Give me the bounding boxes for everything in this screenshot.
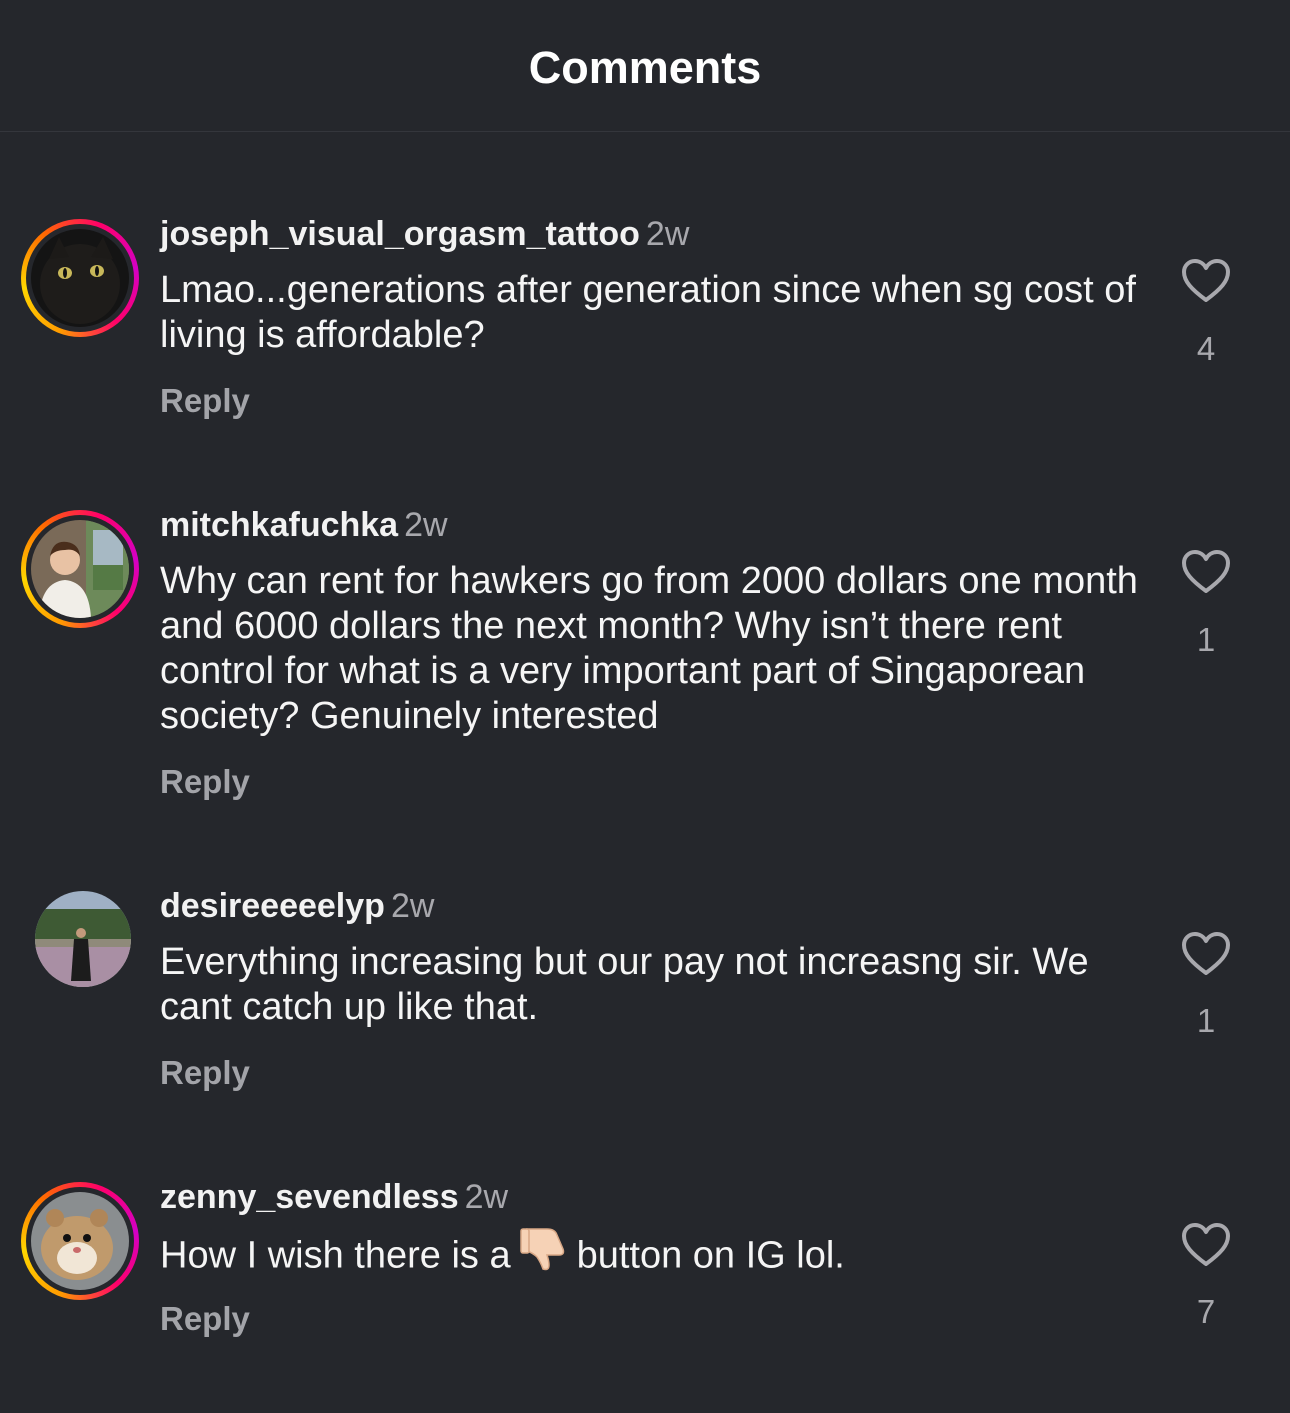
comment-text-after: button on IG lol. xyxy=(576,1234,845,1277)
woman-in-field-avatar-icon xyxy=(35,891,131,987)
like-count: 1 xyxy=(1196,1002,1216,1039)
like-button[interactable] xyxy=(1176,258,1236,309)
comment-username[interactable]: joseph_visual_orgasm_tattoo xyxy=(160,215,640,253)
heart-icon xyxy=(1182,550,1230,593)
comment-time: 2w xyxy=(390,887,435,925)
comment-text-before: How I wish there is a xyxy=(160,1234,511,1277)
like-button[interactable] xyxy=(1176,931,1236,982)
reply-button[interactable]: Reply xyxy=(160,1300,250,1338)
hamster-avatar-icon xyxy=(31,1192,129,1290)
reply-button[interactable]: Reply xyxy=(160,763,250,801)
comment-username[interactable]: mitchkafuchka xyxy=(160,506,398,544)
heart-icon xyxy=(1182,1223,1230,1266)
thumbs-down-emoji-icon xyxy=(519,1223,569,1284)
page-title: Comments xyxy=(528,42,762,93)
comment-username[interactable]: zenny_sevendless xyxy=(160,1178,459,1216)
heart-icon xyxy=(1182,259,1230,302)
man-on-train-avatar-icon xyxy=(31,520,129,618)
avatar[interactable] xyxy=(21,510,139,628)
reply-button[interactable]: Reply xyxy=(160,1054,250,1092)
comment-text: Why can rent for hawkers go from 2000 do… xyxy=(160,560,1138,737)
comment-text: Everything increasing but our pay not in… xyxy=(160,941,1089,1028)
comment-text: How I wish there is a button on IG lol. xyxy=(160,1228,1140,1284)
comment-time: 2w xyxy=(464,1178,509,1216)
black-cat-avatar-icon xyxy=(31,229,129,327)
avatar[interactable] xyxy=(21,1182,139,1300)
avatar[interactable] xyxy=(21,877,139,995)
like-button[interactable] xyxy=(1176,549,1236,600)
comment-time: 2w xyxy=(645,215,690,253)
heart-icon xyxy=(1182,932,1230,975)
like-count: 7 xyxy=(1196,1293,1216,1330)
like-count: 1 xyxy=(1196,621,1216,658)
comments-header: Comments xyxy=(0,0,1290,132)
comment-text: Lmao...generations after generation sinc… xyxy=(160,269,1136,356)
like-button[interactable] xyxy=(1176,1222,1236,1273)
comment-username[interactable]: desireeeeelyp xyxy=(160,887,385,925)
avatar[interactable] xyxy=(21,219,139,337)
comment-time: 2w xyxy=(404,506,448,544)
reply-button[interactable]: Reply xyxy=(160,382,250,420)
like-count: 4 xyxy=(1196,330,1216,367)
